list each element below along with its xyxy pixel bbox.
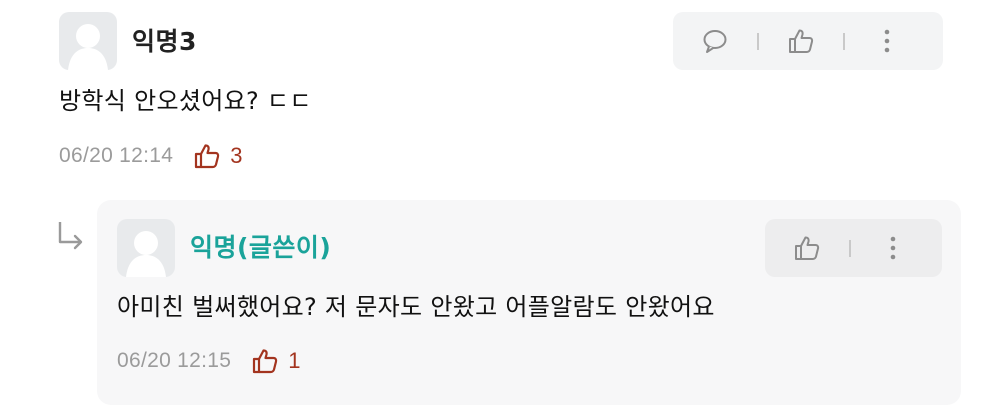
speech-bubble-icon [703, 30, 727, 53]
thumbs-up-icon [253, 349, 278, 374]
like-button[interactable] [787, 228, 827, 268]
like-button[interactable] [781, 21, 821, 61]
action-divider [849, 239, 851, 257]
avatar [59, 12, 117, 70]
more-vertical-icon [884, 29, 890, 53]
action-divider [843, 32, 845, 50]
default-avatar-icon [68, 24, 108, 70]
more-vertical-icon [890, 236, 896, 260]
comment-date: 06/20 12:14 [59, 144, 174, 167]
reply-author: 익명(글쓴이) [190, 233, 332, 262]
like-count: 1 [288, 348, 301, 373]
reply-meta: 06/20 12:15 1 [117, 346, 301, 376]
reply-text: 아미친 벌써했어요? 저 문자도 안왔고 어플알람도 안왔어요 [117, 293, 715, 321]
default-avatar-icon [126, 231, 166, 277]
comment-meta: 06/20 12:14 3 [59, 141, 243, 171]
reply-date: 06/20 12:15 [117, 349, 232, 372]
comment-text: 방학식 안오셨어요? ㄷㄷ [59, 87, 312, 115]
reply-action-bar [765, 219, 942, 277]
comment-action-bar [673, 12, 943, 70]
more-options-button[interactable] [873, 228, 913, 268]
like-count-button[interactable] [251, 347, 279, 375]
like-count: 3 [230, 143, 243, 168]
reply-button[interactable] [695, 21, 735, 61]
action-divider [757, 32, 759, 50]
thumbs-up-icon [789, 29, 814, 53]
comment-author: 익명3 [132, 27, 197, 56]
like-count-button[interactable] [193, 142, 221, 170]
thumbs-up-icon [795, 236, 820, 260]
thumbs-up-icon [195, 144, 220, 169]
avatar [117, 219, 175, 277]
reply-arrow-icon [58, 222, 83, 250]
more-options-button[interactable] [867, 21, 907, 61]
